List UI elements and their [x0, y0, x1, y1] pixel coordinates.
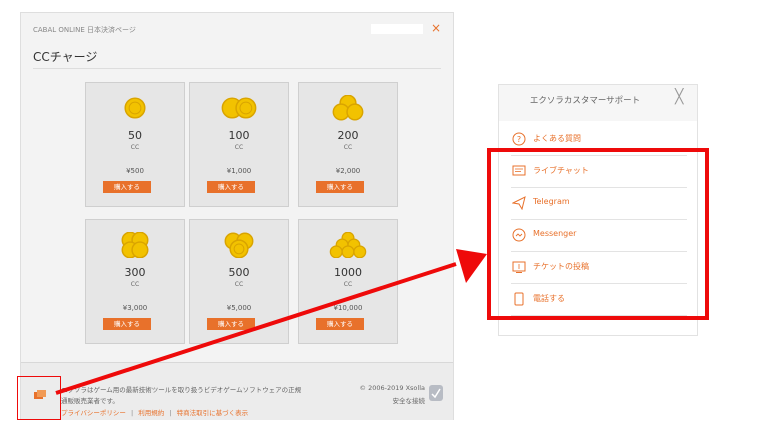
footer-description-2: 通販販売業者です。: [61, 397, 119, 405]
single-coin-icon: [124, 97, 146, 119]
cc-unit: CC: [130, 281, 140, 288]
cc-price: ¥2,000: [335, 167, 361, 175]
cc-package-card[interactable]: 300 CC ¥3,000 購入する: [85, 219, 185, 344]
cc-unit: CC: [130, 144, 140, 151]
highlight-box: [487, 148, 709, 320]
buy-button[interactable]: 購入する: [207, 318, 255, 330]
footer-links: プライバシーポリシー | 利用規約 | 特商法取引に基づく表示: [61, 407, 248, 417]
cc-package-card[interactable]: 500 CC ¥5,000 購入する: [189, 219, 289, 344]
coin-pile-icon: [224, 232, 254, 258]
coin-stack-icon: [332, 95, 364, 121]
buy-button[interactable]: 購入する: [103, 181, 151, 193]
svg-text:?: ?: [517, 135, 521, 144]
copyright: © 2006-2019 Xsolla: [359, 384, 425, 392]
window-title: CABAL ONLINE 日本決済ページ: [33, 26, 136, 34]
privacy-policy-link[interactable]: プライバシーポリシー: [61, 409, 126, 417]
commerce-law-link[interactable]: 特商法取引に基づく表示: [177, 409, 249, 417]
window-close-button[interactable]: ×: [431, 21, 441, 35]
payment-window: CABAL ONLINE 日本決済ページ × CCチャージ 50 CC ¥500…: [20, 12, 454, 420]
footer: エクソラはゲーム用の最新技術ツールを取り扱うビデオゲームソフトウェアの正規 通販…: [21, 362, 453, 420]
link-separator: |: [169, 409, 172, 417]
cc-unit: CC: [234, 144, 244, 151]
cc-price: ¥10,000: [333, 304, 363, 312]
cc-package-card[interactable]: 1000 CC ¥10,000 購入する: [298, 219, 398, 344]
support-panel-title: エクソラカスタマーサポート: [529, 96, 641, 106]
titlebar-field: [371, 24, 423, 34]
cc-unit: CC: [343, 281, 353, 288]
cc-price: ¥5,000: [226, 304, 252, 312]
cc-price: ¥500: [126, 167, 144, 175]
cc-unit: CC: [234, 281, 244, 288]
page-title: CCチャージ: [33, 50, 98, 64]
cc-package-card[interactable]: 50 CC ¥500 購入する: [85, 82, 185, 207]
buy-button[interactable]: 購入する: [316, 181, 364, 193]
two-coins-icon: [221, 97, 257, 119]
shield-icon: [429, 385, 443, 401]
cc-price: ¥3,000: [122, 304, 148, 312]
cc-amount: 1000: [334, 266, 362, 279]
question-circle-icon: ?: [512, 132, 526, 146]
cc-price: ¥1,000: [226, 167, 252, 175]
cc-amount: 500: [228, 266, 250, 279]
cc-unit: CC: [343, 144, 353, 151]
support-panel-close-button[interactable]: ╳: [675, 89, 683, 105]
terms-link[interactable]: 利用規約: [138, 409, 164, 417]
support-chat-icon[interactable]: [34, 390, 46, 400]
cc-amount: 50: [128, 129, 142, 142]
support-item-label: よくある質問: [533, 134, 581, 143]
cc-amount: 100: [228, 129, 250, 142]
cc-amount: 200: [337, 129, 359, 142]
cc-package-card[interactable]: 100 CC ¥1,000 購入する: [189, 82, 289, 207]
cc-amount: 300: [124, 266, 146, 279]
coin-pile-icon: [121, 232, 149, 258]
link-separator: |: [130, 409, 134, 417]
footer-description: エクソラはゲーム用の最新技術ツールを取り扱うビデオゲームソフトウェアの正規: [61, 386, 302, 394]
buy-button[interactable]: 購入する: [316, 318, 364, 330]
cc-package-card[interactable]: 200 CC ¥2,000 購入する: [298, 82, 398, 207]
buy-button[interactable]: 購入する: [207, 181, 255, 193]
secure-connection-label: 安全な接続: [392, 397, 426, 405]
coin-pyramid-icon: [329, 232, 367, 258]
buy-button[interactable]: 購入する: [103, 318, 151, 330]
heading-divider: [33, 68, 441, 69]
